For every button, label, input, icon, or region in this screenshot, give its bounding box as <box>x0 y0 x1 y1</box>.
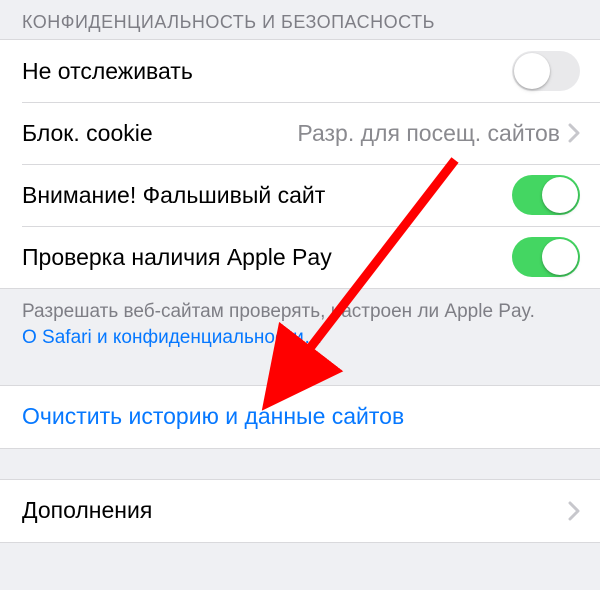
row-value: Разр. для посещ. сайтов <box>297 120 560 147</box>
toggle-fraud-warning[interactable] <box>512 175 580 215</box>
row-label: Внимание! Фальшивый сайт <box>22 182 325 209</box>
row-label: Блок. cookie <box>22 120 153 147</box>
toggle-apple-pay-check[interactable] <box>512 237 580 277</box>
group-clear-history: Очистить историю и данные сайтов <box>0 385 600 449</box>
row-block-cookie[interactable]: Блок. cookie Разр. для посещ. сайтов <box>0 102 600 164</box>
row-label: Дополнения <box>22 497 152 524</box>
section-header-privacy: КОНФИДЕНЦИАЛЬНОСТЬ И БЕЗОПАСНОСТЬ <box>0 0 600 39</box>
group-privacy: Не отслеживать Блок. cookie Разр. для по… <box>0 39 600 289</box>
chevron-right-icon <box>568 501 580 521</box>
row-fraud-warning[interactable]: Внимание! Фальшивый сайт <box>0 164 600 226</box>
row-do-not-track[interactable]: Не отслеживать <box>0 40 600 102</box>
chevron-right-icon <box>568 123 580 143</box>
footer-note: Разрешать веб-сайтам проверять, настроен… <box>0 289 600 325</box>
toggle-do-not-track[interactable] <box>512 51 580 91</box>
row-addons[interactable]: Дополнения <box>0 480 600 542</box>
row-apple-pay-check[interactable]: Проверка наличия Apple Pay <box>0 226 600 288</box>
row-label: Проверка наличия Apple Pay <box>22 244 332 271</box>
row-link-label: Очистить историю и данные сайтов <box>22 403 404 430</box>
footer-link-about-safari[interactable]: О Safari и конфиденциальности… <box>0 325 600 349</box>
row-label: Не отслеживать <box>22 58 193 85</box>
row-clear-history[interactable]: Очистить историю и данные сайтов <box>0 386 600 448</box>
group-addons: Дополнения <box>0 479 600 543</box>
